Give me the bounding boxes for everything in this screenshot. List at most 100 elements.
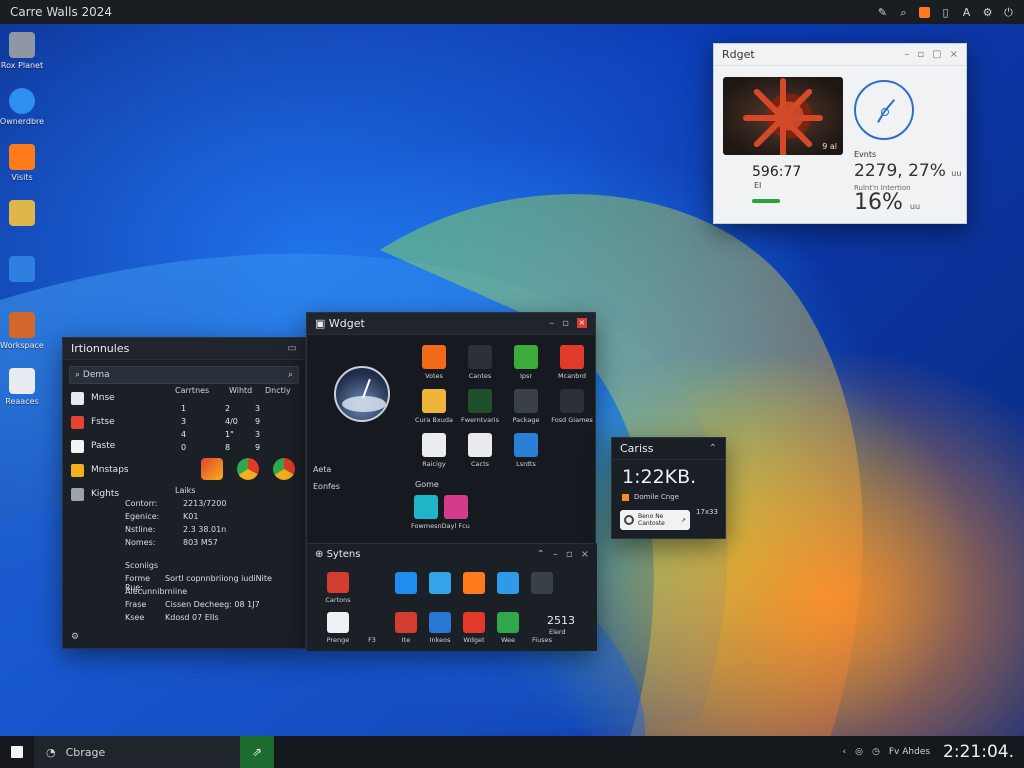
widget-title-bar[interactable]: Rdget – ▫ ▢ × bbox=[714, 44, 966, 66]
info-panel-title-bar[interactable]: Irtionnules ▭ bbox=[63, 338, 305, 360]
chrome-icon[interactable] bbox=[237, 458, 259, 480]
minimize-icon[interactable]: – bbox=[549, 318, 554, 329]
widget-window[interactable]: ▣ Wdget – ▫ × Aeta Eonfes Votes Cantes Ipsr… bbox=[306, 312, 597, 651]
app-tile[interactable]: Ite bbox=[389, 612, 423, 644]
app-tile[interactable]: Ipsr bbox=[503, 345, 549, 383]
desktop-icon[interactable]: Ownerdbre bbox=[0, 86, 44, 142]
column-header[interactable]: Carrtnes bbox=[175, 386, 229, 400]
restore-icon[interactable]: ▫ bbox=[917, 49, 924, 60]
app-tile[interactable] bbox=[355, 572, 389, 604]
orange-app-icon[interactable] bbox=[919, 6, 930, 18]
wifi-icon[interactable]: ◎ bbox=[855, 747, 863, 757]
app-tile[interactable]: Inkeos bbox=[423, 612, 457, 644]
app-tile[interactable] bbox=[457, 572, 491, 604]
settings-icon[interactable]: ⚙ bbox=[71, 632, 79, 642]
start-button[interactable] bbox=[0, 736, 34, 768]
storage-widget-title-bar[interactable]: Cariss ⌃ bbox=[612, 438, 725, 460]
collapse-icon[interactable]: ⌃ bbox=[536, 549, 544, 560]
app-tile[interactable]: Wee bbox=[491, 612, 525, 644]
app-tile[interactable] bbox=[559, 572, 593, 604]
search-icon[interactable]: ⌕ bbox=[288, 370, 293, 380]
app-tile[interactable] bbox=[423, 572, 457, 604]
minimize-icon[interactable]: – bbox=[553, 549, 558, 560]
app-tile[interactable]: Cacts bbox=[457, 433, 503, 471]
desktop-icon[interactable]: Reaaces bbox=[0, 366, 44, 422]
record-icon bbox=[560, 345, 584, 369]
app-tile[interactable]: Cantes bbox=[457, 345, 503, 383]
weather-gauge[interactable] bbox=[334, 366, 390, 422]
desktop-icon[interactable]: Visits bbox=[0, 142, 44, 198]
maximize-icon[interactable]: ▢ bbox=[932, 49, 941, 60]
restore-icon[interactable]: ▫ bbox=[562, 318, 569, 329]
app-tile[interactable]: Lsrdts bbox=[503, 433, 549, 471]
app-tile[interactable]: Mcanbrd bbox=[549, 345, 595, 383]
app-tile[interactable]: Cura Bxuda bbox=[411, 389, 457, 427]
side-list-item[interactable]: Paste bbox=[71, 434, 161, 458]
desktop-icon[interactable]: Rox Planet bbox=[0, 30, 44, 86]
search-input[interactable]: ⌕ Dema ⌕ bbox=[69, 366, 299, 384]
games-label: Gome bbox=[415, 480, 439, 489]
brush-icon[interactable]: ✎ bbox=[877, 7, 888, 18]
doc-icon[interactable]: ▯ bbox=[940, 7, 951, 18]
details-block: Laiks Contorr: 2213/7200 Egenice: K01 Nstlin… bbox=[125, 486, 295, 626]
desktop-icon[interactable]: Workspace bbox=[0, 310, 44, 366]
taskbar-active-app[interactable]: ⇗ bbox=[240, 736, 274, 768]
desktop-icon[interactable] bbox=[0, 198, 44, 254]
side-list-item[interactable]: Fstse bbox=[71, 410, 161, 434]
app-tile[interactable] bbox=[525, 572, 559, 604]
windows-icon bbox=[468, 345, 492, 369]
ring-icon bbox=[624, 515, 634, 525]
app-tile[interactable] bbox=[491, 572, 525, 604]
app-tile[interactable] bbox=[389, 572, 423, 604]
column-header[interactable]: Dnctiy bbox=[265, 386, 301, 400]
app-name: Cantes bbox=[468, 372, 492, 380]
side-list-item[interactable]: Mnse bbox=[71, 386, 161, 410]
app-tile[interactable]: Fosd Giames bbox=[549, 389, 595, 427]
minimize-icon[interactable]: – bbox=[904, 49, 909, 60]
column-header[interactable]: Wihtd bbox=[229, 386, 265, 400]
computer-icon bbox=[9, 32, 35, 58]
orange-square-icon bbox=[622, 493, 629, 501]
app-tile[interactable]: Raicigy bbox=[411, 433, 457, 471]
detail-value: 2213/7200 bbox=[183, 499, 227, 508]
app-name: Ipsr bbox=[519, 372, 533, 380]
app-tile[interactable]: Dayl Fcu bbox=[442, 495, 470, 533]
chrome-icon[interactable] bbox=[273, 458, 295, 480]
close-icon[interactable]: × bbox=[577, 318, 587, 328]
app-tile[interactable]: Wdget bbox=[457, 612, 491, 644]
terminal-icon bbox=[468, 389, 492, 413]
dial-icon bbox=[422, 433, 446, 457]
a-icon[interactable]: A bbox=[961, 7, 972, 18]
close-icon[interactable]: × bbox=[581, 549, 589, 560]
app-tile[interactable]: Fowmesn bbox=[411, 495, 442, 533]
chevron-left-icon[interactable]: ‹ bbox=[843, 747, 847, 757]
collapse-icon[interactable]: ⌃ bbox=[709, 443, 717, 454]
taskbar-search[interactable]: ◔ Cbrage bbox=[34, 736, 240, 768]
info-panel-window[interactable]: Irtionnules ▭ ⌕ Dema ⌕ Mnse Fstse Paste Mns… bbox=[62, 337, 306, 649]
storage-card[interactable]: Beno Ne Cantoste ↗ bbox=[620, 510, 690, 530]
search-icon[interactable]: ⌕ bbox=[898, 7, 909, 18]
desktop-icon-label: Workspace bbox=[0, 341, 44, 350]
restore-icon[interactable]: ▫ bbox=[566, 549, 573, 560]
desktop-icon[interactable] bbox=[0, 254, 44, 310]
close-icon[interactable]: × bbox=[950, 49, 958, 60]
photo-widget-window[interactable]: Rdget – ▫ ▢ × 9 al 596:77 EI Evnts 2279,… bbox=[713, 43, 967, 224]
side-list-item[interactable]: Mnstaps bbox=[71, 458, 161, 482]
app-tile[interactable]: Fwerntvaris bbox=[457, 389, 503, 427]
storage-widget-window[interactable]: Cariss ⌃ 1:22KB. Domile Cnge Beno Ne Can… bbox=[611, 437, 726, 539]
flower-photo[interactable]: 9 al bbox=[723, 77, 843, 155]
app-tile[interactable]: Prenge bbox=[321, 612, 355, 644]
taskbar-clock[interactable]: 2:21:04. bbox=[943, 742, 1014, 762]
app-tile[interactable]: Votes bbox=[411, 345, 457, 383]
widget-window-title-bar[interactable]: ▣ Wdget – ▫ × bbox=[307, 313, 595, 335]
power-icon[interactable]: ⏻ bbox=[1003, 7, 1014, 18]
app-tile[interactable]: Package bbox=[503, 389, 549, 427]
store-app-icon[interactable] bbox=[201, 458, 223, 480]
widget-menu-item[interactable]: Aeta bbox=[313, 465, 340, 482]
minimize-icon[interactable]: ▭ bbox=[288, 343, 297, 354]
settings-icon[interactable]: ⚙ bbox=[982, 7, 993, 18]
widget-menu-item[interactable]: Eonfes bbox=[313, 482, 340, 499]
app-tile[interactable]: Cartons bbox=[321, 572, 355, 604]
clock-icon[interactable]: ◷ bbox=[872, 747, 880, 757]
app-tile[interactable]: F3 bbox=[355, 612, 389, 644]
